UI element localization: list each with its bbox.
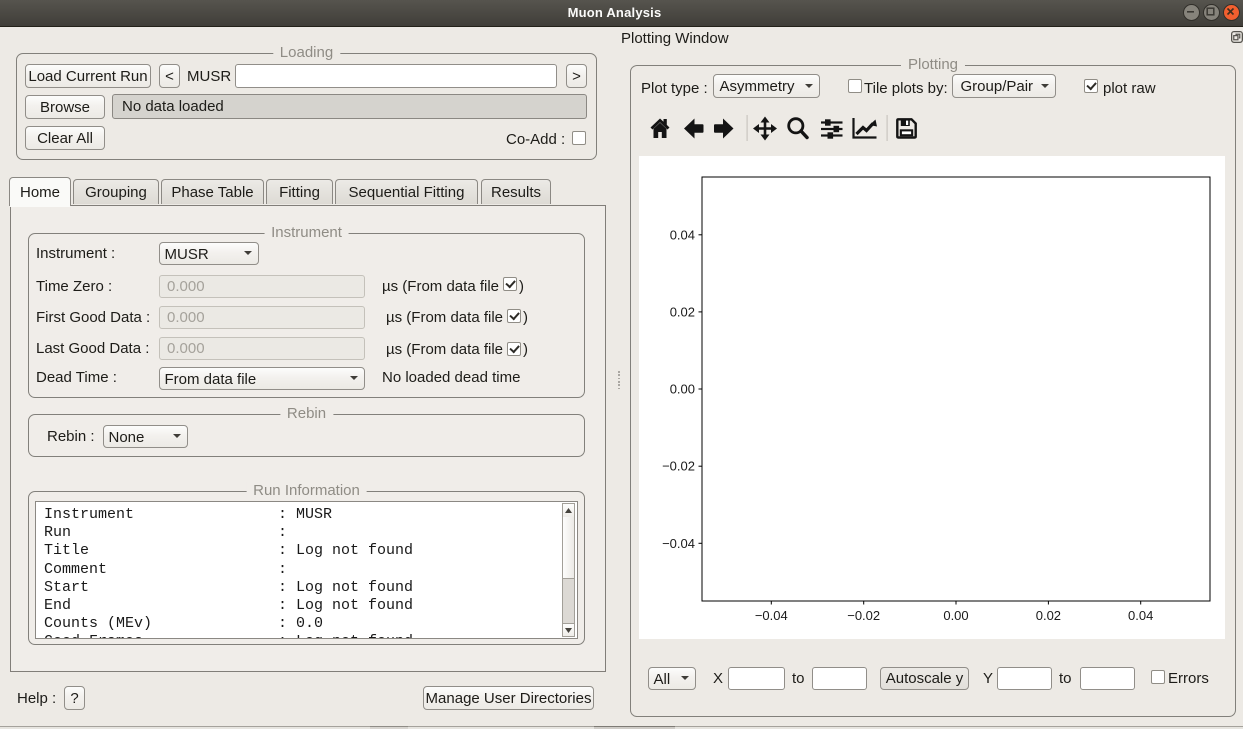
svg-text:0.02: 0.02 <box>670 304 695 319</box>
svg-text:0.04: 0.04 <box>670 227 695 242</box>
svg-text:0.02: 0.02 <box>1036 608 1061 623</box>
svg-text:−0.02: −0.02 <box>662 459 695 474</box>
svg-text:0.00: 0.00 <box>670 382 695 397</box>
svg-text:−0.02: −0.02 <box>847 608 880 623</box>
svg-text:0.00: 0.00 <box>943 608 968 623</box>
svg-text:0.04: 0.04 <box>1128 608 1153 623</box>
svg-text:−0.04: −0.04 <box>755 608 788 623</box>
svg-text:−0.04: −0.04 <box>662 536 695 551</box>
